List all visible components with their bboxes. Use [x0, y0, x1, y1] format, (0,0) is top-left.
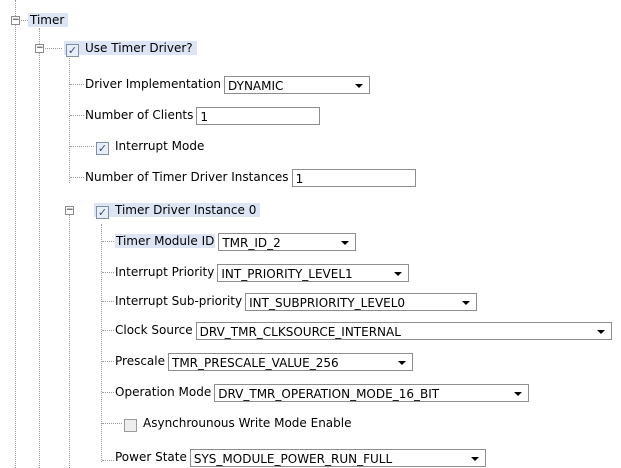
clock-source-select[interactable]: DRV_TMR_CLKSOURCE_INTERNAL [195, 321, 612, 340]
chevron-down-icon [398, 360, 406, 365]
tree-node-number-of-instances: Number of Timer Driver Instances 1 [85, 166, 416, 188]
interrupt-mode-checkbox[interactable]: ✓ [96, 142, 109, 155]
chevron-down-icon [462, 300, 471, 305]
interrupt-mode-label: Interrupt Mode [115, 139, 205, 153]
tree-node-timer[interactable]: Timer [28, 9, 69, 31]
timer-label: Timer [28, 13, 69, 27]
prescale-label: Prescale [115, 354, 165, 368]
number-of-clients-input[interactable]: 1 [196, 106, 321, 125]
tree-node-prescale: Prescale TMR_PRESCALE_VALUE_256 [115, 350, 413, 372]
power-state-select[interactable]: SYS_MODULE_POWER_RUN_FULL [189, 448, 486, 467]
tree-node-timer-module-id: Timer Module ID TMR_ID_2 [115, 230, 357, 252]
tree-node-async-write-mode[interactable]: ✓ Asynchrounous Write Mode Enable [124, 412, 352, 434]
chevron-down-icon [355, 83, 364, 88]
timer-module-id-select[interactable]: TMR_ID_2 [218, 232, 357, 251]
tree-node-driver-implementation: Driver Implementation DYNAMIC [85, 73, 371, 95]
instance0-label: Timer Driver Instance 0 [115, 203, 257, 217]
tree-node-operation-mode: Operation Mode DRV_TMR_OPERATION_MODE_16_… [115, 381, 530, 403]
chevron-down-icon [514, 391, 523, 396]
driver-implementation-label: Driver Implementation [85, 77, 222, 91]
use-driver-collapse-toggle[interactable]: − [35, 44, 44, 53]
interrupt-subpriority-select[interactable]: INT_SUBPRIORITY_LEVEL0 [245, 292, 478, 311]
tree-node-interrupt-subpriority: Interrupt Sub-priority INT_SUBPRIORITY_LE… [115, 290, 478, 312]
driver-implementation-select[interactable]: DYNAMIC [224, 75, 371, 94]
chevron-down-icon [470, 456, 479, 461]
async-write-mode-checkbox[interactable]: ✓ [124, 419, 137, 432]
tree-node-interrupt-mode[interactable]: ✓ Interrupt Mode [96, 135, 204, 157]
tree-node-interrupt-priority: Interrupt Priority INT_PRIORITY_LEVEL1 [115, 261, 410, 283]
instance0-collapse-toggle[interactable]: − [65, 206, 74, 215]
instance0-checkbox[interactable]: ✓ [96, 206, 109, 219]
root-collapse-toggle[interactable]: − [11, 16, 20, 25]
chevron-down-icon [596, 329, 605, 334]
operation-mode-label: Operation Mode [115, 385, 212, 399]
operation-mode-select[interactable]: DRV_TMR_OPERATION_MODE_16_BIT [214, 383, 530, 402]
number-of-clients-label: Number of Clients [85, 108, 194, 122]
use-timer-driver-label: Use Timer Driver? [85, 41, 193, 55]
power-state-label: Power State [115, 450, 187, 464]
tree-node-clock-source: Clock Source DRV_TMR_CLKSOURCE_INTERNAL [115, 319, 612, 341]
prescale-select[interactable]: TMR_PRESCALE_VALUE_256 [168, 352, 413, 371]
use-timer-driver-checkbox[interactable]: ✓ [66, 44, 79, 57]
number-of-instances-input[interactable]: 1 [291, 168, 416, 187]
number-of-instances-label: Number of Timer Driver Instances [85, 170, 289, 184]
tree-node-number-of-clients: Number of Clients 1 [85, 104, 321, 126]
tree-node-timer-driver-instance-0[interactable]: ✓ Timer Driver Instance 0 [94, 199, 261, 221]
timer-module-id-label: Timer Module ID [115, 234, 216, 248]
tree-node-use-timer-driver[interactable]: ✓ Use Timer Driver? [64, 37, 197, 59]
interrupt-subpriority-label: Interrupt Sub-priority [115, 294, 243, 308]
clock-source-label: Clock Source [115, 323, 193, 337]
interrupt-priority-select[interactable]: INT_PRIORITY_LEVEL1 [217, 263, 410, 282]
async-write-mode-label: Asynchrounous Write Mode Enable [143, 416, 352, 430]
chevron-down-icon [394, 271, 403, 276]
interrupt-priority-label: Interrupt Priority [115, 265, 215, 279]
tree-node-power-state: Power State SYS_MODULE_POWER_RUN_FULL [115, 446, 486, 468]
chevron-down-icon [341, 240, 350, 245]
